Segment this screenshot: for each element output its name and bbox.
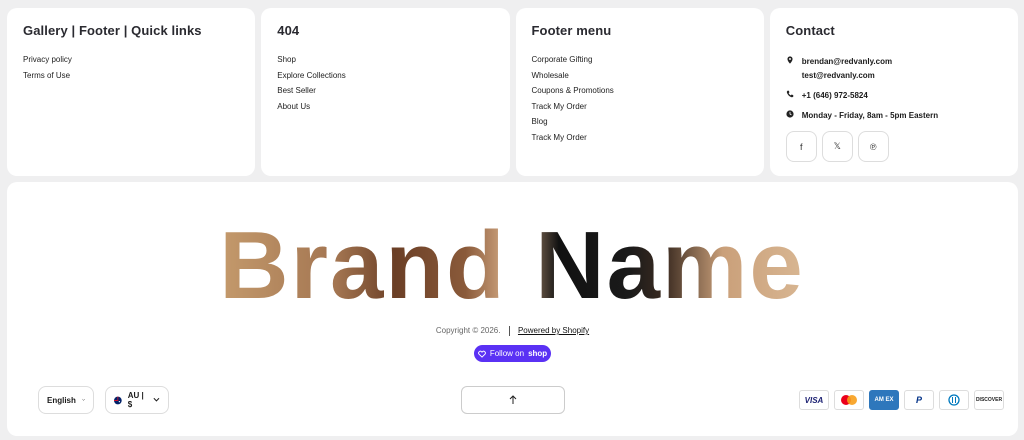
- footer-column-contact: Contact brendan@redvanly.com test@redvan…: [769, 8, 1018, 176]
- footer-link-shop[interactable]: Shop: [277, 55, 493, 64]
- divider: [508, 326, 510, 336]
- pinterest-icon[interactable]: ℗: [857, 131, 889, 162]
- contact-email-secondary[interactable]: test@redvanly.com: [802, 69, 892, 83]
- column-title: Contact: [785, 23, 835, 38]
- discover-icon: DISCOVER: [974, 390, 1004, 410]
- diners-icon: [939, 390, 969, 410]
- currency-value: AU | $: [127, 391, 144, 409]
- australia-flag-icon: [114, 396, 122, 404]
- footer-link-explore-collections[interactable]: Explore Collections: [277, 71, 493, 80]
- clock-icon: [786, 110, 794, 118]
- payment-methods: VISA AM EX P DISCOVER: [799, 390, 1004, 410]
- follow-label: Follow on: [489, 349, 525, 358]
- contact-hours: Monday - Friday, 8am - 5pm Eastern: [801, 111, 939, 120]
- brand-name: Brand Name: [219, 212, 805, 302]
- footer-link-corporate-gifting[interactable]: Corporate Gifting: [532, 55, 748, 64]
- column-title: 404: [277, 23, 300, 38]
- location-pin-icon: [787, 56, 793, 64]
- footer-column-quick-links: Gallery | Footer | Quick links Privacy p…: [7, 8, 256, 176]
- amex-icon: AM EX: [869, 390, 899, 410]
- heart-icon: [477, 350, 486, 358]
- column-title: Gallery | Footer | Quick links: [23, 23, 202, 38]
- contact-hours-row: Monday - Friday, 8am - 5pm Eastern: [786, 109, 1002, 123]
- arrow-up-icon: [509, 395, 517, 404]
- footer-link-about-us[interactable]: About Us: [277, 102, 493, 111]
- footer-link-best-seller[interactable]: Best Seller: [277, 86, 493, 95]
- footer-link-terms-of-use[interactable]: Terms of Use: [23, 71, 239, 80]
- currency-selector[interactable]: AU | $: [105, 386, 169, 414]
- visa-icon: VISA: [799, 390, 829, 410]
- footer-link-coupons-promotions[interactable]: Coupons & Promotions: [532, 86, 748, 95]
- chevron-down-icon: [153, 397, 160, 402]
- footer-bottom: Brand Name Copyright © 2026. Powered by …: [7, 182, 1018, 436]
- facebook-icon[interactable]: f: [785, 131, 817, 162]
- footer-columns: Gallery | Footer | Quick links Privacy p…: [7, 8, 1018, 176]
- contact-email-row: brendan@redvanly.com test@redvanly.com: [786, 55, 1002, 83]
- footer-link-privacy-policy[interactable]: Privacy policy: [23, 55, 239, 64]
- column-title: Footer menu: [531, 23, 612, 38]
- x-icon[interactable]: 𝕏: [821, 131, 853, 162]
- chevron-down-icon: [82, 399, 85, 401]
- back-to-top-button[interactable]: [461, 386, 565, 414]
- contact-phone[interactable]: +1 (646) 972-5824: [802, 89, 868, 103]
- language-value: English: [47, 395, 76, 405]
- social-links: f 𝕏 ℗: [785, 131, 1002, 162]
- copyright-line: Copyright © 2026. Powered by Shopify: [7, 326, 1018, 336]
- footer-column-footer-menu: Footer menu Corporate Gifting Wholesale …: [515, 8, 764, 176]
- brand-logo: Brand Name: [219, 212, 805, 302]
- contact-phone-row: +1 (646) 972-5824: [786, 89, 1002, 103]
- paypal-icon: P: [904, 390, 934, 410]
- footer-link-wholesale[interactable]: Wholesale: [532, 71, 748, 80]
- footer-link-track-my-order[interactable]: Track My Order: [532, 102, 748, 111]
- mastercard-icon: [834, 390, 864, 410]
- footer-column-404: 404 Shop Explore Collections Best Seller…: [261, 8, 510, 176]
- footer-link-track-my-order-2[interactable]: Track My Order: [532, 133, 748, 142]
- follow-on-shop-button[interactable]: Follow on shop: [474, 345, 551, 362]
- powered-by-shopify-link[interactable]: Powered by Shopify: [518, 326, 589, 335]
- shop-wordmark: shop: [528, 349, 548, 358]
- footer-link-blog[interactable]: Blog: [532, 117, 748, 126]
- contact-email-primary[interactable]: brendan@redvanly.com: [802, 55, 892, 69]
- language-selector[interactable]: English: [38, 386, 94, 414]
- phone-icon: [786, 90, 794, 98]
- copyright-text: Copyright © 2026.: [435, 326, 501, 336]
